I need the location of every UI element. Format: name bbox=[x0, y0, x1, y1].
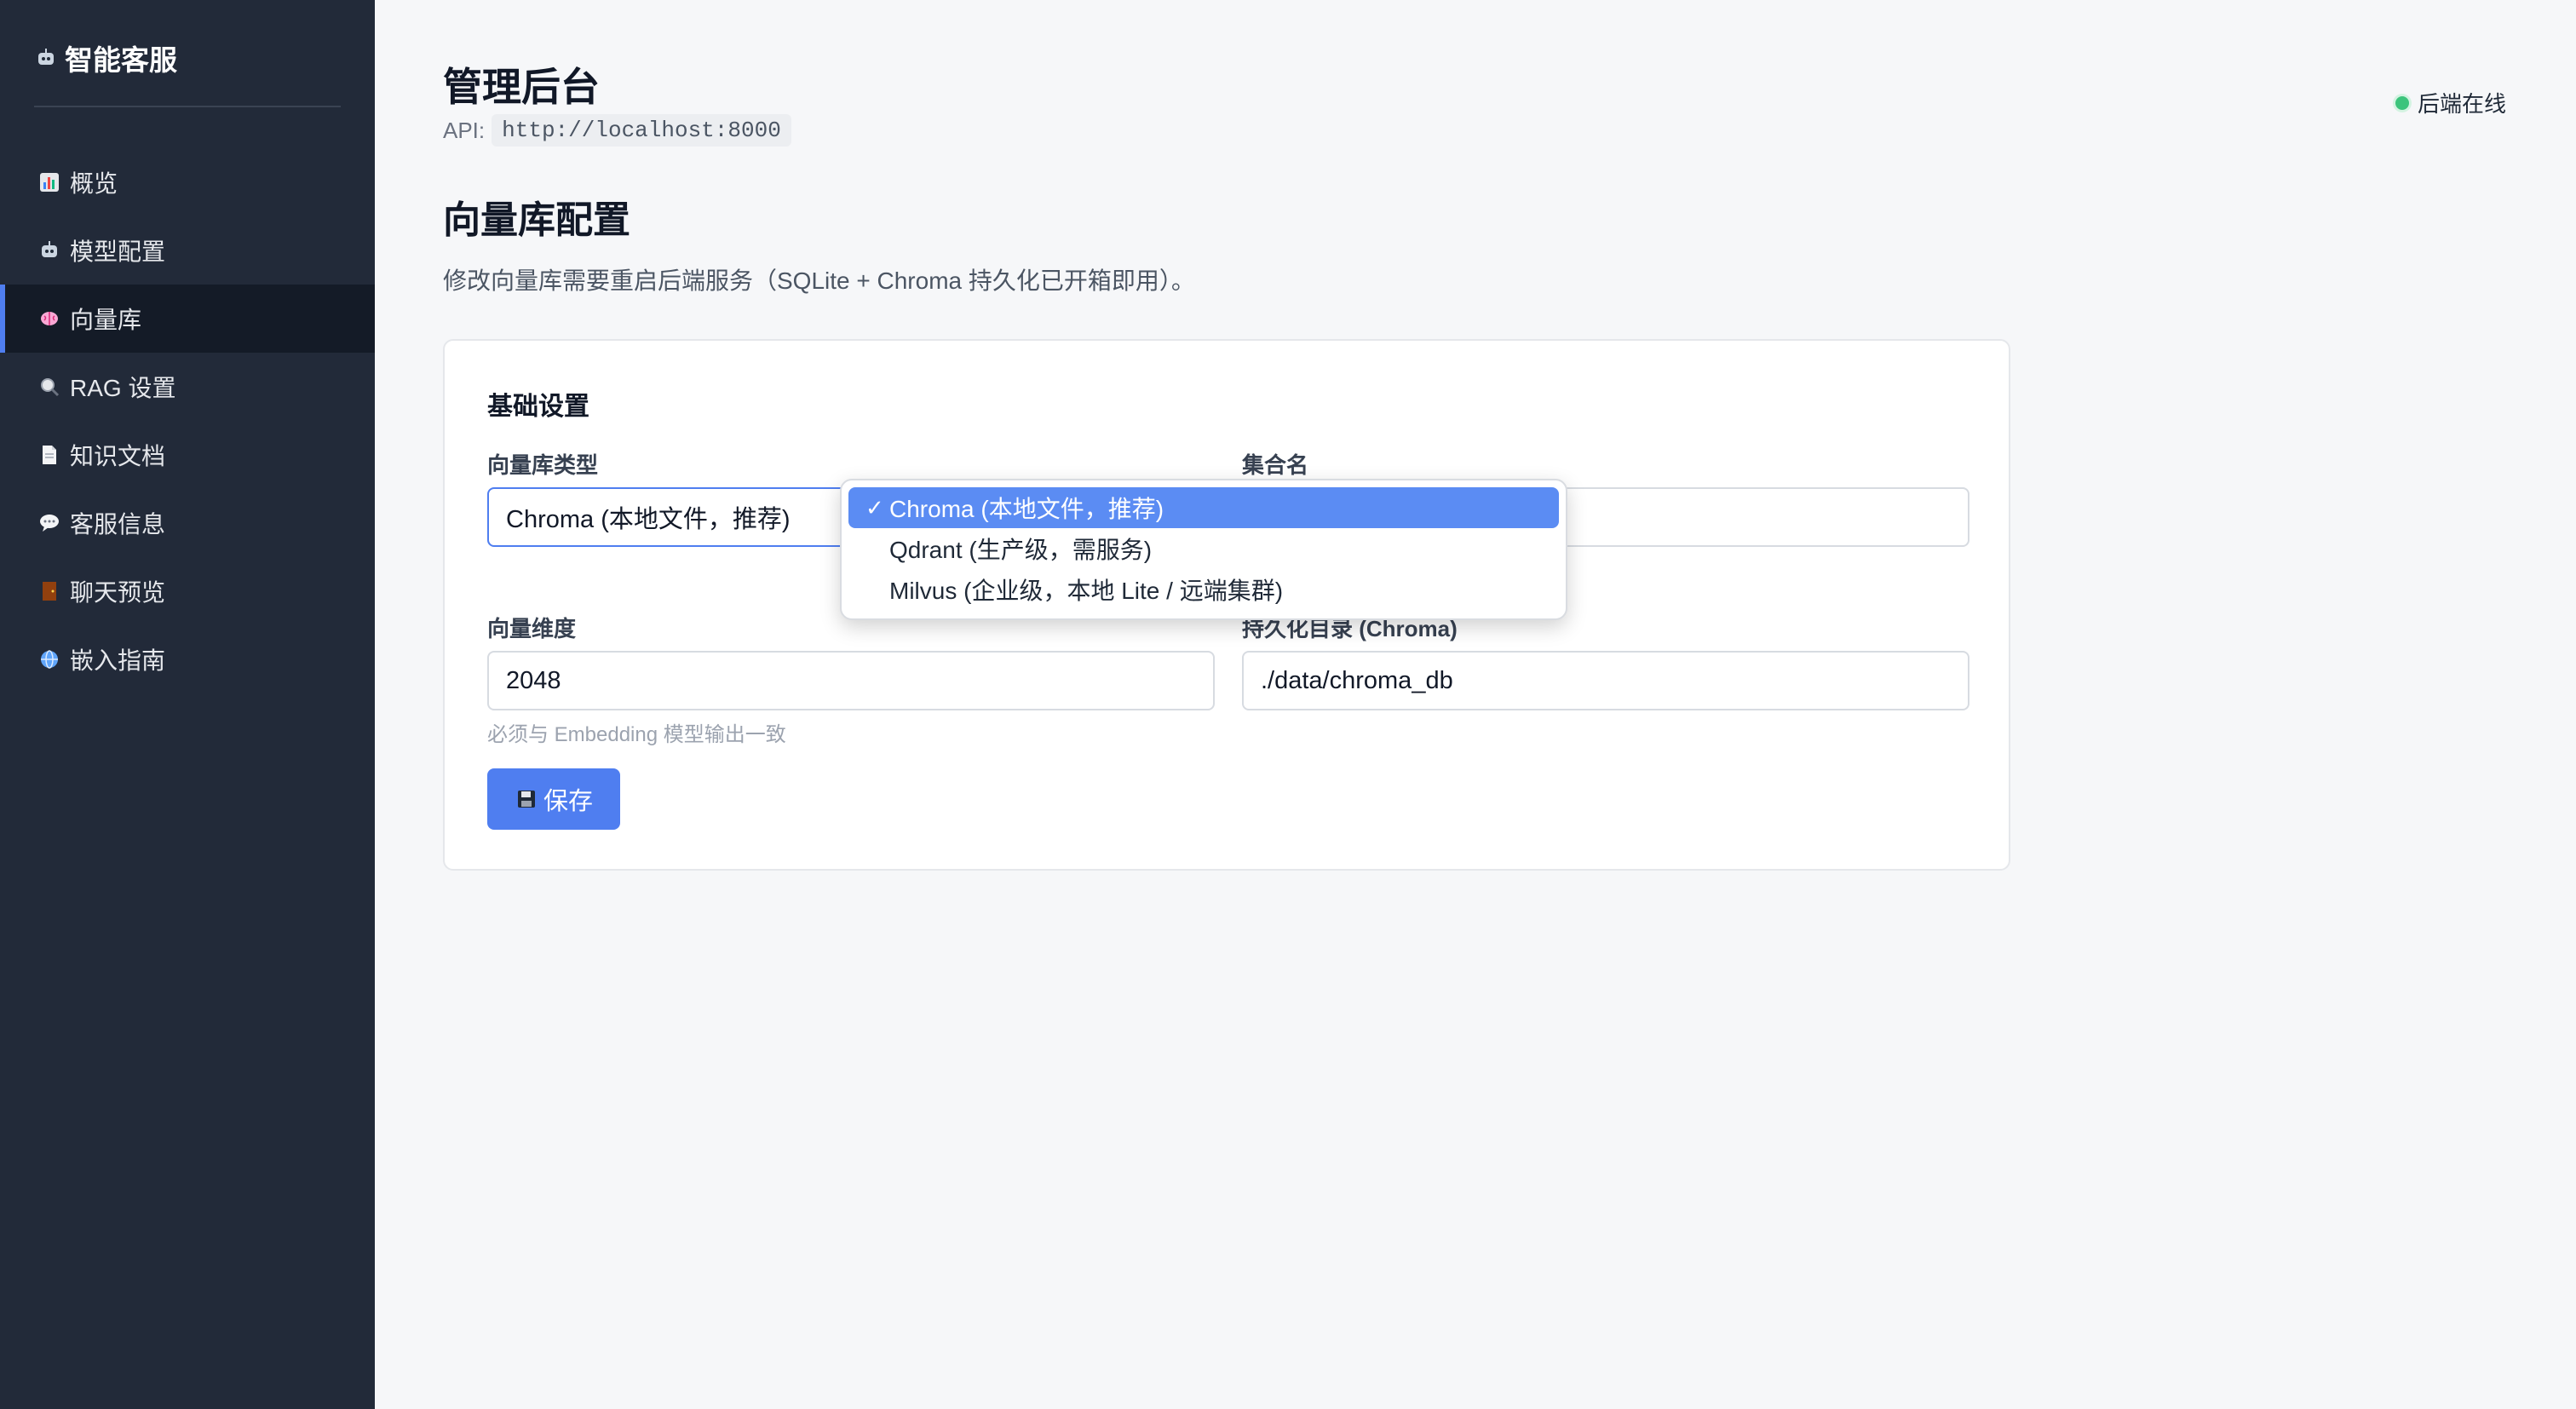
dropdown-option-chroma[interactable]: ✓ Chroma (本地文件，推荐) bbox=[848, 487, 1559, 528]
dimension-input[interactable]: 2048 bbox=[487, 651, 1215, 710]
sidebar-item-rag-settings[interactable]: RAG 设置 bbox=[0, 353, 375, 421]
bar-chart-icon bbox=[37, 170, 61, 194]
sidebar-item-label: 模型配置 bbox=[70, 239, 166, 265]
persist-dir-input[interactable]: ./data/chroma_db bbox=[1242, 651, 1969, 710]
page-title: 管理后台 bbox=[443, 65, 600, 109]
save-label: 保存 bbox=[543, 788, 593, 815]
dropdown-option-milvus[interactable]: Milvus (企业级，本地 Lite / 远端集群) bbox=[848, 569, 1559, 610]
card-title: 基础设置 bbox=[487, 393, 589, 421]
sidebar-item-overview[interactable]: 概览 bbox=[0, 148, 375, 216]
option-label: Milvus (企业级，本地 Lite / 远端集群) bbox=[889, 578, 1284, 604]
brand: 智能客服 bbox=[34, 37, 177, 78]
globe-icon bbox=[37, 647, 61, 671]
sidebar-item-label: 概览 bbox=[70, 170, 118, 197]
persist-dir-value: ./data/chroma_db bbox=[1261, 666, 1453, 694]
backend-status: 后端在线 bbox=[2395, 87, 2506, 118]
section-title: 向量库配置 bbox=[443, 199, 630, 241]
door-icon bbox=[37, 579, 61, 603]
sidebar-nav: 概览 模型配置 向量库 RAG 设置 知识文档 客服信息 聊天预览 嵌入指南 bbox=[0, 148, 375, 693]
main-content: 管理后台 API: http://localhost:8000 后端在线 向量库… bbox=[375, 0, 2576, 1409]
sidebar-item-knowledge-docs[interactable]: 知识文档 bbox=[0, 421, 375, 489]
sidebar-item-chat-preview[interactable]: 聊天预览 bbox=[0, 557, 375, 625]
sidebar: 智能客服 概览 模型配置 向量库 RAG 设置 知识文档 客服信息 聊天预览 嵌… bbox=[0, 0, 375, 1409]
sidebar-item-label: 嵌入指南 bbox=[70, 647, 166, 674]
sidebar-item-label: 聊天预览 bbox=[70, 579, 166, 606]
status-dot-icon bbox=[2395, 95, 2409, 110]
sidebar-item-embed-guide[interactable]: 嵌入指南 bbox=[0, 625, 375, 693]
brain-icon bbox=[37, 307, 61, 331]
store-type-dropdown: ✓ Chroma (本地文件，推荐) Qdrant (生产级，需服务) Milv… bbox=[840, 479, 1567, 620]
dropdown-option-qdrant[interactable]: Qdrant (生产级，需服务) bbox=[848, 528, 1559, 569]
speech-bubble-icon bbox=[37, 511, 61, 535]
robot-icon bbox=[34, 46, 58, 70]
status-text: 后端在线 bbox=[2417, 91, 2506, 117]
document-icon bbox=[37, 443, 61, 467]
option-label: Qdrant (生产级，需服务) bbox=[889, 537, 1153, 563]
sidebar-item-label: 向量库 bbox=[70, 307, 142, 333]
api-line: API: http://localhost:8000 bbox=[443, 114, 791, 147]
robot-icon bbox=[37, 239, 61, 262]
api-label: API: bbox=[443, 117, 486, 143]
dimension-hint: 必须与 Embedding 模型输出一致 bbox=[487, 723, 786, 746]
brand-title: 智能客服 bbox=[65, 44, 177, 76]
api-url: http://localhost:8000 bbox=[492, 114, 791, 147]
sidebar-item-label: RAG 设置 bbox=[70, 375, 176, 401]
floppy-disk-icon bbox=[515, 787, 538, 811]
sidebar-item-service-info[interactable]: 客服信息 bbox=[0, 489, 375, 557]
collection-label: 集合名 bbox=[1242, 452, 1309, 478]
sidebar-item-label: 知识文档 bbox=[70, 443, 166, 469]
store-type-value: Chroma (本地文件，推荐) bbox=[506, 506, 791, 533]
checkmark-icon: ✓ bbox=[865, 494, 884, 520]
option-label: Chroma (本地文件，推荐) bbox=[889, 496, 1164, 522]
save-button[interactable]: 保存 bbox=[487, 768, 620, 830]
brand-divider bbox=[34, 106, 341, 107]
dimension-label: 向量维度 bbox=[487, 616, 577, 641]
store-type-label: 向量库类型 bbox=[487, 452, 599, 478]
sidebar-item-vector-store[interactable]: 向量库 bbox=[0, 285, 375, 353]
section-description: 修改向量库需要重启后端服务（SQLite + Chroma 持久化已开箱即用）。 bbox=[443, 267, 1195, 294]
sidebar-item-label: 客服信息 bbox=[70, 511, 166, 538]
magnifier-icon bbox=[37, 375, 61, 399]
dimension-value: 2048 bbox=[506, 666, 561, 694]
sidebar-item-model-config[interactable]: 模型配置 bbox=[0, 216, 375, 285]
